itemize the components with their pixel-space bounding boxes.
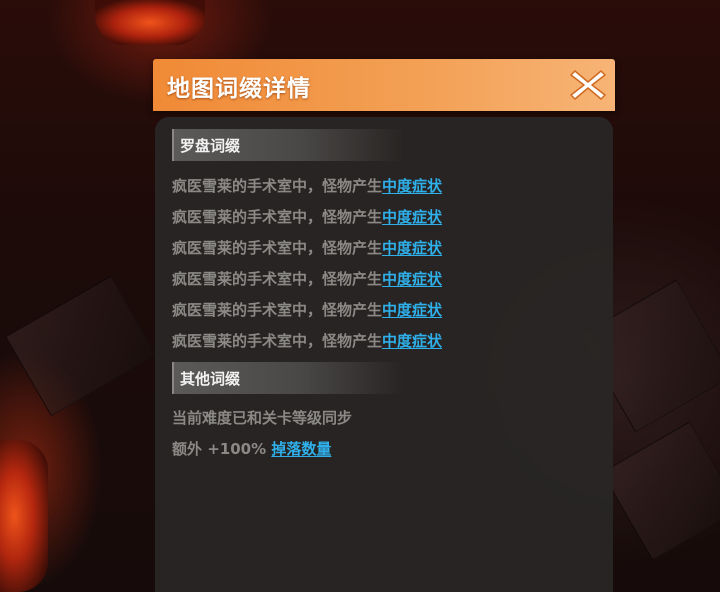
section-title: 其他词缀 — [180, 370, 241, 388]
affix-link[interactable]: 中度症状 — [382, 208, 442, 226]
affix-link[interactable]: 中度症状 — [382, 239, 442, 257]
drop-quantity-link[interactable]: 掉落数量 — [271, 440, 331, 458]
background-lantern-glow — [95, 0, 205, 45]
close-x-icon — [570, 70, 606, 100]
affix-text: 疯医雪莱的手术室中，怪物产生 — [172, 301, 383, 319]
affix-line: 疯医雪莱的手术室中，怪物产生中度症状 — [172, 206, 442, 227]
affix-line: 疯医雪莱的手术室中，怪物产生中度症状 — [172, 330, 442, 351]
affix-text: 疯医雪莱的手术室中，怪物产生 — [172, 239, 383, 257]
affix-line: 疯医雪莱的手术室中，怪物产生中度症状 — [172, 237, 442, 258]
background-brazier-glow — [0, 440, 48, 592]
close-button[interactable] — [567, 65, 609, 105]
affix-link[interactable]: 中度症状 — [382, 177, 442, 195]
drop-bonus-line: 额外 +100% 掉落数量 — [172, 438, 331, 459]
section-header-compass: 罗盘词缀 — [172, 129, 404, 161]
affix-line: 疯医雪莱的手术室中，怪物产生中度症状 — [172, 268, 442, 289]
drop-bonus-text: 额外 +100% — [172, 440, 272, 458]
affix-link[interactable]: 中度症状 — [382, 301, 442, 319]
affix-line: 疯医雪莱的手术室中，怪物产生中度症状 — [172, 299, 442, 320]
affix-text: 疯医雪莱的手术室中，怪物产生 — [172, 270, 383, 288]
background-floor-tile — [601, 421, 720, 561]
affix-text: 疯医雪莱的手术室中，怪物产生 — [172, 332, 383, 350]
affix-link[interactable]: 中度症状 — [382, 332, 442, 350]
affix-text: 疯医雪莱的手术室中，怪物产生 — [172, 177, 383, 195]
difficulty-sync-text: 当前难度已和关卡等级同步 — [172, 407, 352, 428]
difficulty-sync-label: 当前难度已和关卡等级同步 — [172, 409, 353, 427]
background-floor-tile — [5, 275, 157, 417]
dialog-header: 地图词缀详情 — [153, 59, 615, 111]
section-header-other: 其他词缀 — [172, 362, 404, 394]
dialog-body: 罗盘词缀 疯医雪莱的手术室中，怪物产生中度症状 疯医雪莱的手术室中，怪物产生中度… — [155, 117, 613, 592]
affix-text: 疯医雪莱的手术室中，怪物产生 — [172, 208, 383, 226]
dialog-title: 地图词缀详情 — [167, 76, 311, 102]
affix-link[interactable]: 中度症状 — [382, 270, 442, 288]
affix-line: 疯医雪莱的手术室中，怪物产生中度症状 — [172, 175, 442, 196]
section-title: 罗盘词缀 — [180, 137, 241, 155]
